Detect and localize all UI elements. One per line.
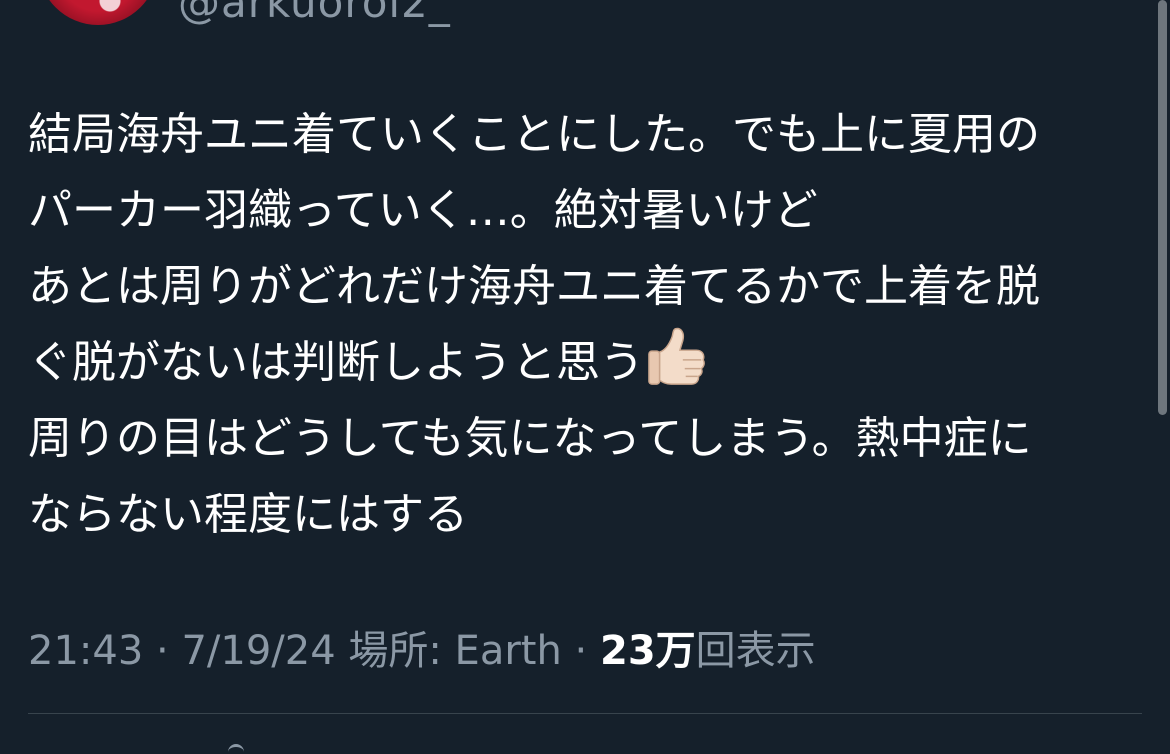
divider (28, 713, 1142, 714)
tweet-text-line: 結局海舟ユニ着ていくことにした。でも上に夏用の (28, 109, 1040, 160)
tweet-text-line: パーカー羽織っていく…。絶対暑いけど (28, 185, 818, 236)
tweet-text-line: ならない程度にはする (28, 489, 468, 540)
next-row-partial-icon (228, 744, 244, 754)
tweet-location: 場所: Earth (348, 628, 562, 674)
separator: · (156, 628, 169, 674)
tweet-metadata: 21:43 · 7/19/24 場所: Earth · 23万回表示 (28, 624, 816, 678)
tweet-text-line: 周りの目はどうしても気になってしまう。熱中症に (28, 413, 1032, 464)
separator: · (574, 628, 588, 674)
views-label[interactable]: 回表示 (696, 628, 816, 674)
tweet-detail-page: @arkuoroi2_ 結局海舟ユニ着ていくことにした。でも上に夏用の パーカー… (0, 0, 1170, 754)
author-handle[interactable]: @arkuoroi2_ (178, 0, 451, 27)
tweet-time[interactable]: 21:43 (28, 628, 143, 674)
views-count[interactable]: 23万 (600, 628, 696, 674)
avatar[interactable] (38, 0, 158, 25)
tweet-date[interactable]: 7/19/24 (181, 628, 335, 674)
scrollbar[interactable] (1158, 0, 1167, 415)
thumbs-up-icon (648, 327, 705, 385)
tweet-text-line: あとは周りがどれだけ海舟ユニ着てるかで上着を脱 (28, 261, 1040, 312)
tweet-text-line-with-emoji: ぐ脱がないは判断しようと思う (28, 325, 1138, 401)
tweet-text-fragment: ぐ脱がないは判断しようと思う (28, 337, 644, 388)
tweet-text: 結局海舟ユニ着ていくことにした。でも上に夏用の パーカー羽織っていく…。絶対暑い… (28, 97, 1138, 553)
